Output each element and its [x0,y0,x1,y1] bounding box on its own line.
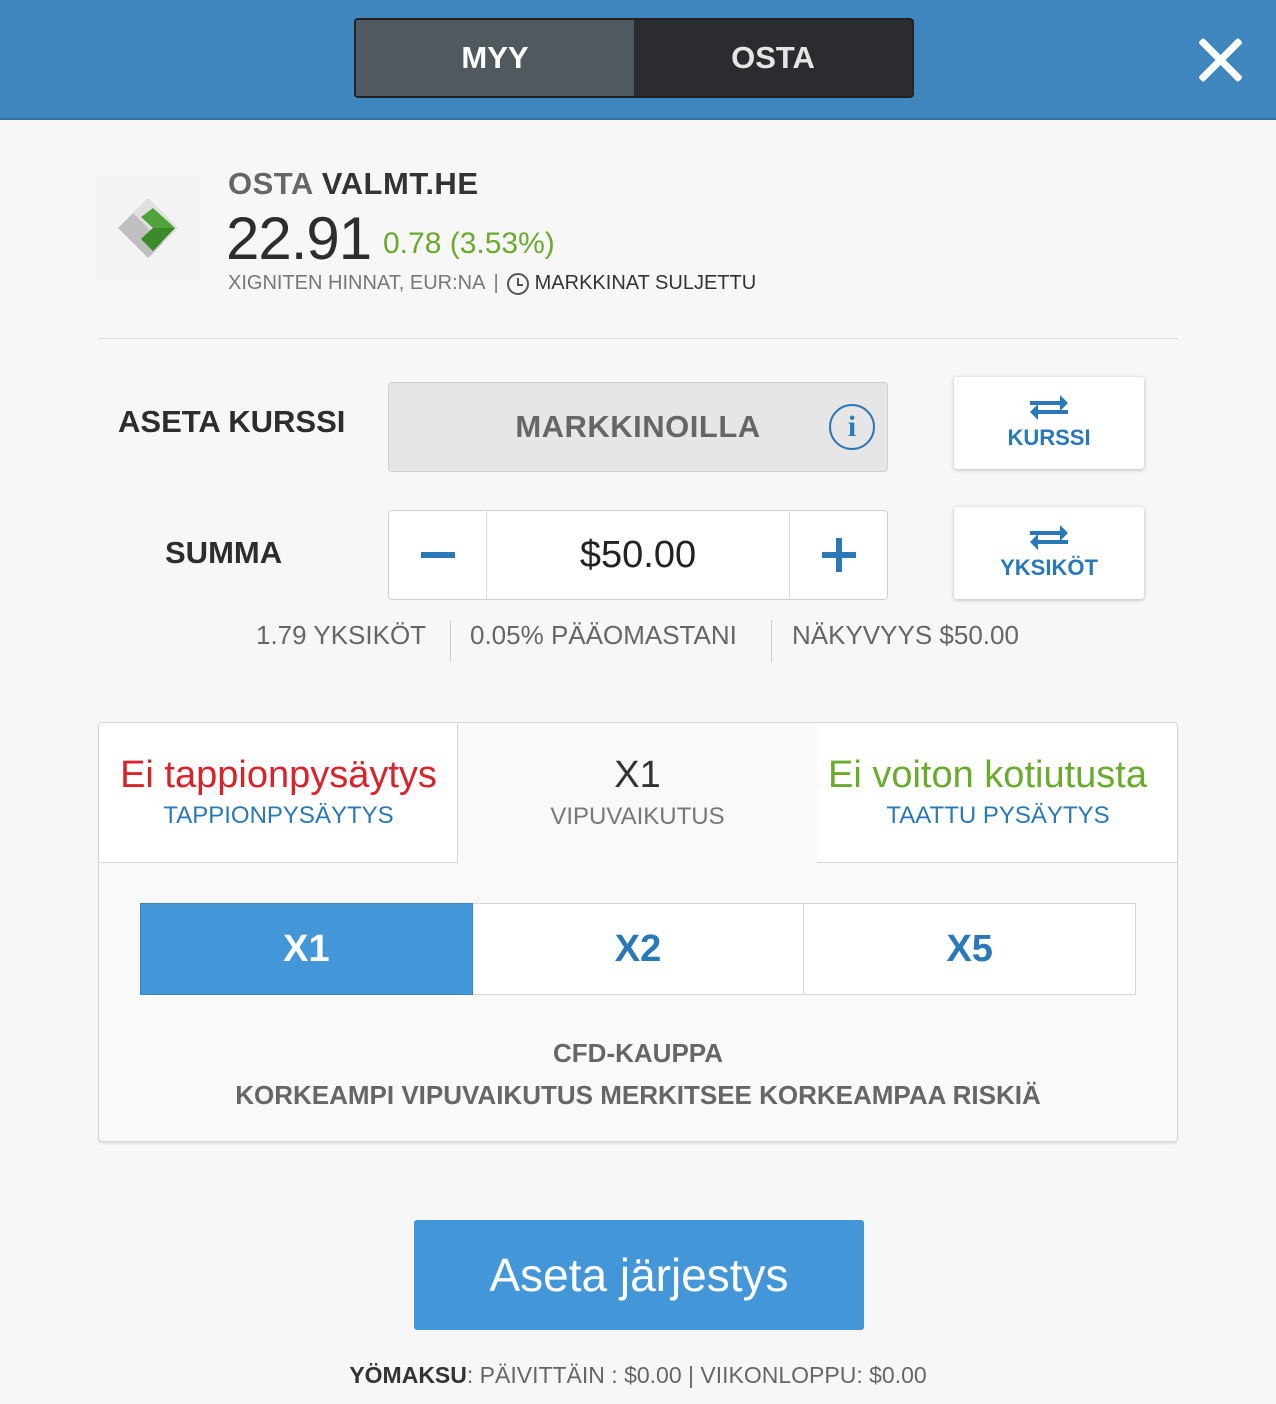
swap-arrows-icon [1030,525,1068,550]
tab-take-profit[interactable]: Ei voiton kotiutusta TAATTU PYSÄYTYS [817,723,1177,863]
price-source: XIGNITEN HINNAT, EUR:NA [228,272,486,294]
order-action: OSTA [228,166,313,201]
increase-button[interactable] [789,511,887,599]
take-profit-label: TAATTU PYSÄYTYS [886,802,1110,830]
instrument-logo [96,176,200,280]
units-info: 1.79 YKSIKÖT [256,620,427,650]
take-profit-value: Ei voiton kotiutusta [828,753,1147,796]
stop-loss-label: TAPPIONPYSÄYTYS [163,802,394,830]
rate-switch-button[interactable]: KURSSI [954,377,1144,469]
price-meta: XIGNITEN HINNAT, EUR:NA | MARKKINAT SULJ… [228,272,756,295]
rate-switch-label: KURSSI [1007,425,1091,450]
leverage-label: VIPUVAIKUTUS [550,802,725,830]
plus-icon [821,538,856,572]
leverage-risk-warning: KORKEAMPI VIPUVAIKUTUS MERKITSEE KORKEAM… [235,1080,1041,1110]
leverage-option-x5[interactable]: X5 [804,903,1137,995]
fees-separator: | [688,1362,694,1388]
instrument-symbol: VALMT.HE [321,166,479,201]
units-switch-button[interactable]: YKSIKÖT [954,507,1144,599]
buy-sell-toggle: MYY OSTA [354,18,914,98]
info-icon[interactable]: i [829,404,875,450]
instrument-title: OSTA VALMT.HE [228,166,479,202]
fees-weekend: VIIKONLOPPU: $0.00 [700,1362,927,1388]
rate-field[interactable]: MARKKINOILLA i [388,382,888,472]
rate-label: ASETA KURSSI [118,404,346,439]
tab-stop-loss[interactable]: Ei tappionpysäytys TAPPIONPYSÄYTYS [99,723,458,863]
price-change: 0.78 (3.53%) [383,227,555,260]
rate-value: MARKKINOILLA [515,409,761,444]
meta-separator: | [493,272,499,294]
header-bar: MYY OSTA [0,0,1276,120]
close-icon[interactable] [1196,36,1244,84]
leverage-option-x1[interactable]: X1 [140,903,473,995]
cfd-title: CFD-KAUPPA [553,1038,723,1068]
fees-title: YÖMAKSU [349,1362,467,1388]
decrease-button[interactable] [389,511,487,599]
units-switch-label: YKSIKÖT [1000,555,1098,580]
swap-arrows-icon [1030,395,1068,420]
amount-input[interactable]: $50.00 [488,511,788,599]
sell-tab[interactable]: MYY [356,20,634,96]
info-separator [771,620,772,662]
clock-icon [506,272,529,295]
leverage-value: X1 [614,754,661,797]
tab-leverage[interactable]: X1 VIPUVAIKUTUS [457,723,818,863]
place-order-button[interactable]: Aseta järjestys [414,1220,864,1330]
leverage-selector: X1 X2 X5 [140,903,1137,995]
equity-info: 0.05% PÄÄOMASTANI [470,620,737,650]
overnight-fees: YÖMAKSU: PÄIVITTÄIN : $0.00 | VIIKONLOPP… [0,1362,1276,1389]
instrument-price: 22.91 [226,205,372,272]
valmet-logo-icon [118,198,178,258]
market-status: MARKKINAT SULJETTU [534,272,757,294]
fees-daily: PÄIVITTÄIN : $0.00 [479,1362,682,1388]
amount-stepper: $50.00 [388,510,888,600]
divider [98,338,1178,339]
leverage-option-x2[interactable]: X2 [472,903,805,995]
exposure-info: NÄKYVYYS $50.00 [792,620,1019,650]
buy-tab[interactable]: OSTA [634,20,912,96]
minus-icon [420,552,455,558]
info-separator [450,620,451,662]
fees-colon: : [466,1362,474,1388]
stop-loss-value: Ei tappionpysäytys [120,753,437,796]
amount-label: SUMMA [165,535,283,570]
